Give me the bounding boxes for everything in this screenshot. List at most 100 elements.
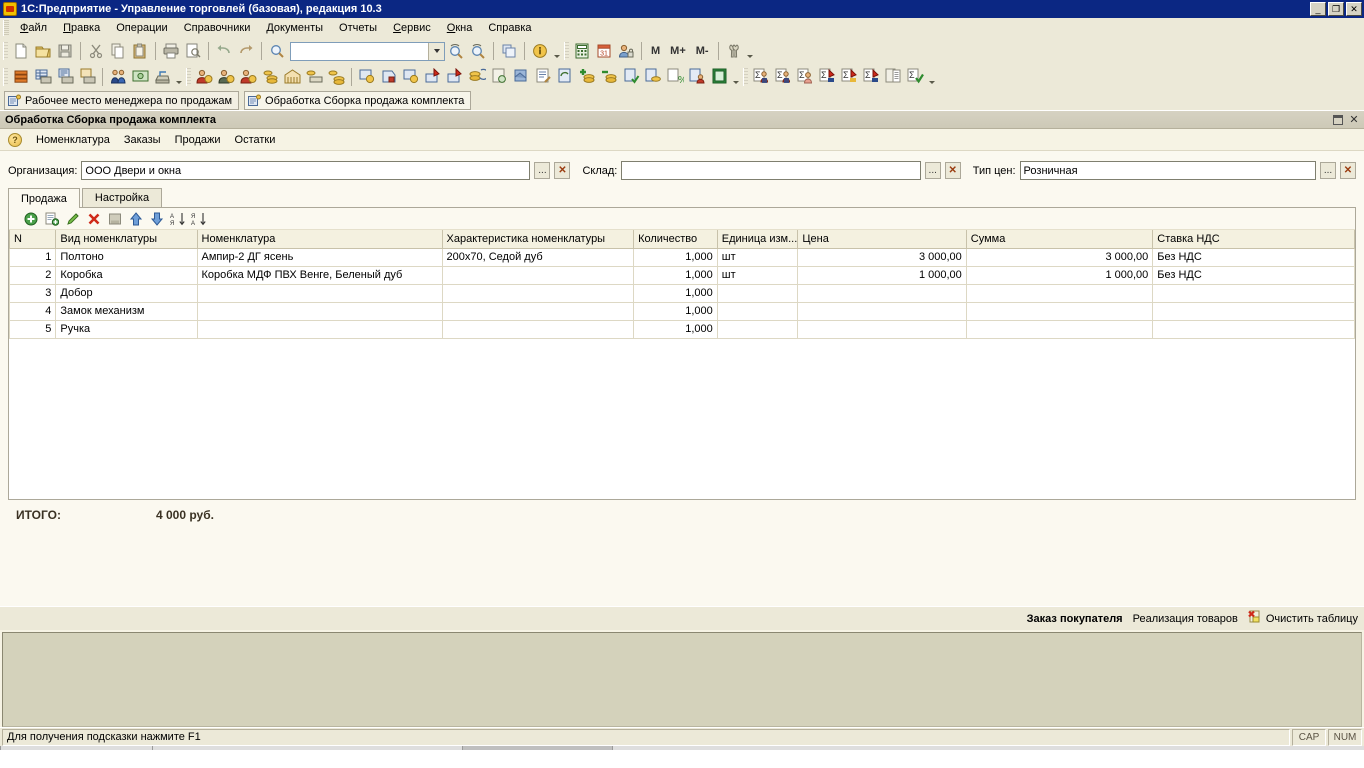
cut-icon[interactable] xyxy=(85,40,107,62)
nomenclature-icon[interactable] xyxy=(10,66,32,88)
percent-doc-icon[interactable]: % xyxy=(664,66,686,88)
report-doc-icon[interactable] xyxy=(488,66,510,88)
order-print-icon[interactable] xyxy=(76,66,98,88)
reports-dropdown-arrow[interactable] xyxy=(926,66,937,88)
tab-settings[interactable]: Настройка xyxy=(81,188,163,207)
question-mark-icon[interactable]: ? xyxy=(8,132,22,147)
nav-link-orders[interactable]: Заказы xyxy=(118,132,167,148)
cell-vat[interactable] xyxy=(1152,283,1355,303)
message-output-pane[interactable] xyxy=(2,632,1362,727)
column-header-qty[interactable]: Количество xyxy=(633,230,718,249)
cell-sum[interactable]: 3 000,00 xyxy=(965,247,1154,267)
menu-service[interactable]: Сервис xyxy=(385,20,439,36)
windows-list-icon[interactable] xyxy=(498,40,520,62)
close-button[interactable]: ✕ xyxy=(1346,2,1362,16)
menu-windows[interactable]: Окна xyxy=(439,20,481,36)
book-icon[interactable] xyxy=(708,66,730,88)
user-doc-icon[interactable] xyxy=(686,66,708,88)
organization-input[interactable]: ООО Двери и окна xyxy=(81,161,531,180)
retail-sale-icon[interactable] xyxy=(237,66,259,88)
user-lock-icon[interactable] xyxy=(615,40,637,62)
payment-icon[interactable] xyxy=(303,66,325,88)
menu-documents[interactable]: Документы xyxy=(258,20,331,36)
refresh-doc-icon[interactable] xyxy=(554,66,576,88)
column-header-kind[interactable]: Вид номенклатуры xyxy=(55,230,198,249)
report-supplier-icon[interactable]: Σ xyxy=(772,66,794,88)
child-restore-button[interactable] xyxy=(1330,112,1346,127)
undo-icon[interactable] xyxy=(213,40,235,62)
copy-row-icon[interactable] xyxy=(44,211,60,227)
toolbar-grip[interactable] xyxy=(3,67,8,86)
menu-reports[interactable]: Отчеты xyxy=(331,20,385,36)
docs-dropdown-arrow[interactable] xyxy=(730,66,741,88)
delete-row-icon[interactable] xyxy=(86,211,102,227)
maximize-button[interactable]: ❐ xyxy=(1328,2,1344,16)
report-check-icon[interactable]: Σ xyxy=(904,66,926,88)
cell-unit[interactable] xyxy=(716,301,799,321)
taskbar-segment-active[interactable] xyxy=(462,746,612,750)
cell-qty[interactable]: 1,000 xyxy=(633,265,718,285)
print-preview-icon[interactable] xyxy=(182,40,204,62)
toolbar-grip[interactable] xyxy=(186,67,191,86)
price-type-clear-button[interactable]: ✕ xyxy=(1340,162,1356,179)
grid-empty-area[interactable] xyxy=(9,338,1355,499)
purchase-document-icon[interactable] xyxy=(400,66,422,88)
coins-doc-icon[interactable] xyxy=(642,66,664,88)
settings-dropdown-arrow[interactable] xyxy=(745,40,756,62)
red-flag-doc2-icon[interactable] xyxy=(444,66,466,88)
report-people-icon[interactable]: Σ xyxy=(794,66,816,88)
menu-help[interactable]: Справка xyxy=(480,20,539,36)
cell-kind[interactable]: Добор xyxy=(55,283,198,303)
copy-icon[interactable] xyxy=(107,40,129,62)
return-document-icon[interactable] xyxy=(378,66,400,88)
cell-vat[interactable] xyxy=(1152,319,1355,339)
window-tab-sales-manager[interactable]: Рабочее место менеджера по продажам xyxy=(4,91,240,110)
toolbar-grip[interactable] xyxy=(564,42,569,60)
menu-catalogs[interactable]: Справочники xyxy=(176,20,259,36)
child-close-button[interactable]: ✕ xyxy=(1346,112,1362,127)
add-row-icon[interactable] xyxy=(23,211,39,227)
chevron-down-icon[interactable] xyxy=(428,42,444,60)
report-list-icon[interactable] xyxy=(882,66,904,88)
cell-n[interactable]: 5 xyxy=(8,319,57,339)
price-type-input[interactable]: Розничная xyxy=(1019,161,1316,180)
column-header-characteristic[interactable]: Характеристика номенклатуры xyxy=(441,230,635,249)
cash-register-icon[interactable] xyxy=(151,66,173,88)
cash-dropdown-arrow[interactable] xyxy=(173,66,184,88)
cell-sum[interactable]: 1 000,00 xyxy=(965,265,1154,285)
cell-n[interactable]: 2 xyxy=(8,265,57,285)
print-icon[interactable] xyxy=(160,40,182,62)
cell-unit[interactable]: шт xyxy=(716,247,799,267)
warehouse-icon[interactable] xyxy=(281,66,303,88)
edit-row-icon[interactable] xyxy=(65,211,81,227)
cell-item[interactable] xyxy=(196,301,443,321)
window-tab-kit-assembly[interactable]: Обработка Сборка продажа комплекта xyxy=(244,91,472,110)
calculator-icon[interactable] xyxy=(571,40,593,62)
find-prev-icon[interactable] xyxy=(467,40,489,62)
cell-characteristic[interactable] xyxy=(441,283,635,303)
price-tag-icon[interactable] xyxy=(510,66,532,88)
table-row[interactable]: 1 Полтоно Ампир-2 ДГ ясень 200х70, Седой ду… xyxy=(8,247,1355,267)
tab-sale[interactable]: Продажа xyxy=(8,188,80,208)
memory-sub-button[interactable]: M- xyxy=(691,45,714,57)
buyer-order-icon[interactable] xyxy=(193,66,215,88)
cell-kind[interactable]: Коробка xyxy=(55,265,198,285)
invoice-print-icon[interactable] xyxy=(54,66,76,88)
approve-doc-icon[interactable] xyxy=(620,66,642,88)
column-header-vat[interactable]: Ставка НДС xyxy=(1152,230,1355,249)
column-header-sum[interactable]: Сумма xyxy=(965,230,1154,249)
nav-link-nomenclature[interactable]: Номенклатура xyxy=(30,132,116,148)
set-mark-icon[interactable] xyxy=(107,211,123,227)
warehouse-select-button[interactable]: ... xyxy=(924,162,941,179)
clear-table-button[interactable]: Очистить таблицу xyxy=(1248,610,1358,627)
table-row[interactable]: 3 Добор 1,000 xyxy=(8,283,1355,303)
cash-icon[interactable] xyxy=(129,66,151,88)
cell-qty[interactable]: 1,000 xyxy=(633,319,718,339)
taskbar-segment[interactable] xyxy=(612,746,1364,750)
cell-item[interactable]: Коробка МДФ ПВХ Венге, Беленый дуб xyxy=(196,265,443,285)
organization-clear-button[interactable]: ✕ xyxy=(554,162,571,179)
taskbar-segment[interactable] xyxy=(152,746,462,750)
price-type-select-button[interactable]: ... xyxy=(1320,162,1336,179)
cell-characteristic[interactable]: 200х70, Седой дуб xyxy=(441,247,635,267)
cell-qty[interactable]: 1,000 xyxy=(633,283,718,303)
